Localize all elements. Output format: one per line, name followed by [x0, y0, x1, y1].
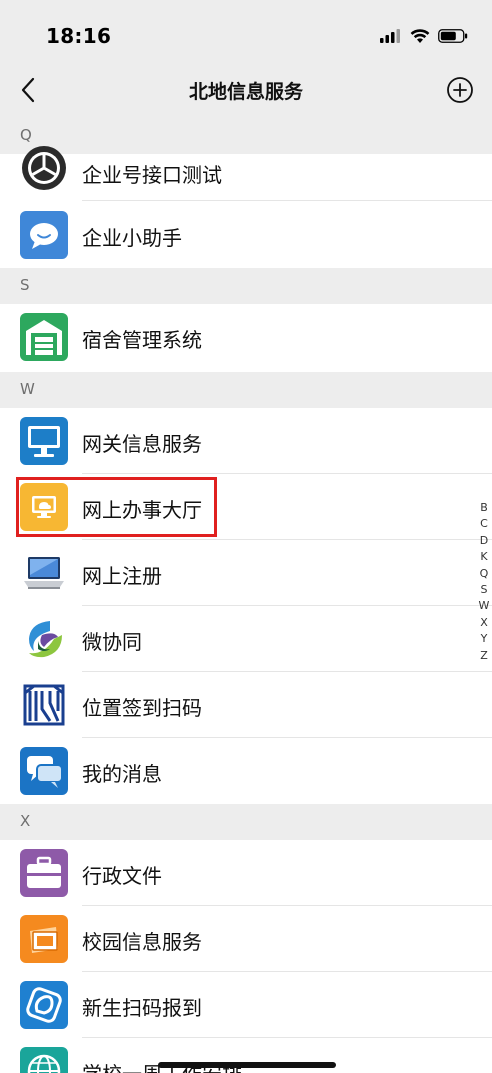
list-item-label: 宿舍管理系统	[82, 328, 202, 352]
list-item-xiaoyuan[interactable]: 校园信息服务	[0, 906, 492, 972]
index-letter[interactable]: S	[481, 582, 488, 598]
battery-icon	[438, 29, 468, 43]
campus-news-icon	[20, 915, 68, 963]
list-item-xietong[interactable]: 微协同	[0, 606, 492, 672]
list-item-qiandao[interactable]: 位置签到扫码	[0, 672, 492, 738]
status-icons	[380, 26, 468, 46]
home-indicator[interactable]	[158, 1062, 336, 1068]
plus-circle-icon	[447, 77, 473, 103]
index-letter[interactable]: D	[480, 533, 488, 549]
laptop-icon	[20, 549, 68, 597]
index-letter[interactable]: Z	[480, 648, 488, 664]
index-letter[interactable]: W	[479, 598, 490, 614]
section-letter: X	[20, 812, 31, 830]
collaboration-swirl-icon	[20, 615, 68, 663]
index-letter[interactable]: X	[480, 615, 488, 631]
list-item-xiaoxi[interactable]: 我的消息	[0, 738, 492, 804]
list-item-label: 校园信息服务	[82, 930, 202, 954]
divider	[82, 200, 492, 201]
online-hall-icon	[20, 483, 68, 531]
list-item-label: 企业号接口测试	[82, 163, 222, 187]
index-letter[interactable]: Y	[481, 631, 488, 647]
section-header-x: X	[0, 804, 492, 840]
index-letter[interactable]: Q	[480, 566, 489, 582]
steering-wheel-icon	[20, 144, 68, 192]
dormitory-icon	[20, 313, 68, 361]
section-header-w: W	[0, 372, 492, 408]
page-title: 北地信息服务	[188, 81, 303, 103]
list-item-xiaozhushou[interactable]: 企业小助手	[0, 202, 492, 268]
list-item-label: 企业小助手	[82, 226, 182, 250]
cellular-signal-icon	[380, 29, 400, 43]
globe-icon	[20, 1047, 68, 1073]
add-button[interactable]	[444, 74, 476, 106]
briefcase-icon	[20, 849, 68, 897]
alphabet-index-bar[interactable]: B C D K Q S W X Y Z	[476, 500, 492, 664]
list-item-sushe[interactable]: 宿舍管理系统	[0, 304, 492, 370]
messages-icon	[20, 747, 68, 795]
list-item-label: 网上注册	[82, 564, 162, 588]
wifi-icon	[410, 28, 430, 43]
index-letter[interactable]: K	[480, 549, 487, 565]
list-item-label: 我的消息	[82, 762, 162, 786]
index-letter[interactable]: B	[480, 500, 488, 516]
list-item-xingzheng[interactable]: 行政文件	[0, 840, 492, 906]
list-item-label: 微协同	[82, 630, 142, 654]
section-letter: W	[20, 380, 35, 398]
list-item-wangguan[interactable]: 网关信息服务	[0, 408, 492, 474]
list-item-label: 网上办事大厅	[82, 498, 202, 522]
section-letter: Q	[20, 126, 32, 144]
scan-register-icon	[20, 981, 68, 1029]
list-item-label: 行政文件	[82, 864, 162, 888]
list-item-label: 新生扫码报到	[82, 996, 202, 1020]
section-header-s: S	[0, 268, 492, 304]
status-time: 18:16	[46, 24, 112, 48]
list-item-label: 网关信息服务	[82, 432, 202, 456]
section-header-q: Q	[0, 118, 492, 154]
index-letter[interactable]: C	[480, 516, 488, 532]
list-item-qiyehao[interactable]: 企业号接口测试	[0, 146, 492, 201]
university-logo-icon	[20, 681, 68, 729]
contact-list[interactable]: Q 企业号接口测试 企业小助手 S 宿舍管理系统 W 网关信息服务 网上办事大厅…	[0, 118, 492, 1073]
list-item-xinsheng[interactable]: 新生扫码报到	[0, 972, 492, 1038]
list-item-label: 位置签到扫码	[82, 696, 202, 720]
chat-bubble-icon	[20, 211, 68, 259]
nav-bar: 北地信息服务	[0, 62, 492, 118]
monitor-icon	[20, 417, 68, 465]
list-item-zhuce[interactable]: 网上注册	[0, 540, 492, 606]
list-item-banshidating[interactable]: 网上办事大厅	[0, 474, 492, 540]
section-letter: S	[20, 276, 30, 294]
